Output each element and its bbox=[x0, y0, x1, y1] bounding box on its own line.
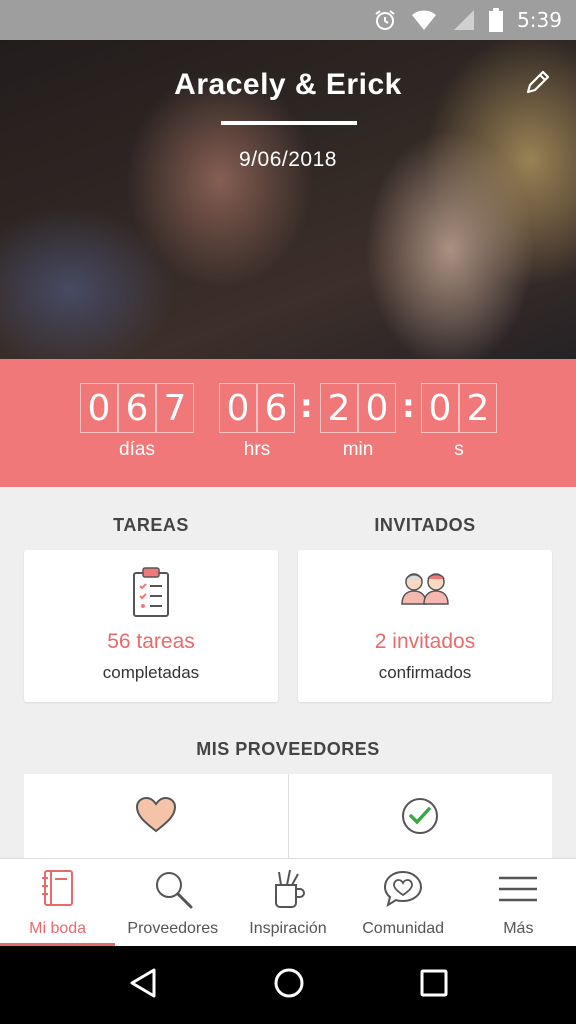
providers-favorites[interactable] bbox=[24, 774, 288, 864]
tasks-subtitle: completadas bbox=[102, 663, 200, 682]
tasks-title: TAREAS bbox=[113, 515, 189, 535]
nav-comunidad[interactable]: Comunidad bbox=[346, 859, 461, 946]
battery-icon bbox=[489, 8, 504, 32]
status-bar: 5:39 bbox=[0, 0, 576, 40]
guests-subtitle: confirmados bbox=[378, 663, 472, 682]
countdown-digit: 0 bbox=[421, 383, 459, 433]
countdown-hours: 0 6 bbox=[219, 383, 295, 433]
nav-label: Proveedores bbox=[127, 920, 219, 937]
tasks-count: 56 tareas bbox=[107, 630, 195, 653]
search-icon bbox=[153, 869, 193, 914]
back-icon[interactable] bbox=[128, 967, 158, 1004]
countdown-separator: : bbox=[402, 387, 415, 425]
tasks-card[interactable]: 56 tareas completadas bbox=[24, 550, 278, 702]
countdown-digit: 0 bbox=[219, 383, 257, 433]
countdown-label-days: días bbox=[119, 439, 155, 460]
chat-heart-icon bbox=[382, 869, 424, 914]
pencil-cup-icon bbox=[270, 869, 306, 914]
couple-photo-header: Aracely & Erick 9/06/2018 bbox=[0, 40, 576, 359]
countdown-digit: 0 bbox=[80, 383, 118, 433]
guests-count: 2 invitados bbox=[374, 630, 476, 653]
nav-mas[interactable]: Más bbox=[461, 859, 576, 946]
wedding-date: 9/06/2018 bbox=[239, 148, 337, 171]
clipboard-icon bbox=[131, 566, 171, 623]
countdown-label-seconds: s bbox=[454, 439, 464, 460]
bottom-nav: Mi boda Proveedores Inspiración Comunida… bbox=[0, 858, 576, 946]
heart-icon bbox=[135, 796, 177, 864]
nav-inspiracion[interactable]: Inspiración bbox=[230, 859, 345, 946]
wifi-icon bbox=[411, 9, 437, 31]
countdown: 0 6 7 0 6 : 2 0 : 0 2 días hrs min s bbox=[0, 359, 576, 487]
signal-icon bbox=[451, 9, 475, 31]
countdown-digit: 6 bbox=[118, 383, 156, 433]
recents-icon[interactable] bbox=[420, 969, 448, 1002]
countdown-days: 0 6 7 bbox=[80, 383, 194, 433]
countdown-digit: 0 bbox=[358, 383, 396, 433]
nav-label: Mi boda bbox=[29, 920, 87, 937]
nav-label: Más bbox=[503, 920, 534, 937]
system-nav-bar bbox=[0, 946, 576, 1024]
nav-proveedores[interactable]: Proveedores bbox=[115, 859, 230, 946]
check-circle-icon bbox=[400, 796, 440, 864]
countdown-digit: 7 bbox=[156, 383, 194, 433]
name-underline bbox=[221, 121, 357, 125]
home-icon[interactable] bbox=[273, 967, 305, 1004]
countdown-label-minutes: min bbox=[342, 439, 374, 460]
guests-card[interactable]: 2 invitados confirmados bbox=[298, 550, 552, 702]
menu-icon bbox=[498, 869, 538, 914]
countdown-digit: 2 bbox=[459, 383, 497, 433]
countdown-digit: 6 bbox=[257, 383, 295, 433]
couple-name: Aracely & Erick bbox=[174, 68, 402, 101]
edit-button[interactable] bbox=[522, 68, 554, 100]
countdown-digit: 2 bbox=[320, 383, 358, 433]
countdown-minutes: 2 0 bbox=[320, 383, 396, 433]
nav-label: Comunidad bbox=[362, 920, 445, 937]
notebook-icon bbox=[40, 869, 76, 914]
providers-title: MIS PROVEEDORES bbox=[196, 739, 380, 759]
pencil-icon bbox=[524, 68, 552, 101]
nav-mi-boda[interactable]: Mi boda bbox=[0, 859, 116, 946]
alarm-icon bbox=[373, 8, 397, 32]
nav-label: Inspiración bbox=[249, 920, 327, 937]
countdown-separator: : bbox=[300, 387, 313, 425]
countdown-label-hours: hrs bbox=[243, 439, 271, 460]
guests-title: INVITADOS bbox=[374, 515, 476, 535]
providers-panel bbox=[24, 774, 552, 864]
guests-icon bbox=[398, 570, 452, 611]
status-time: 5:39 bbox=[517, 8, 562, 32]
countdown-seconds: 0 2 bbox=[421, 383, 497, 433]
providers-hired[interactable] bbox=[287, 774, 553, 864]
